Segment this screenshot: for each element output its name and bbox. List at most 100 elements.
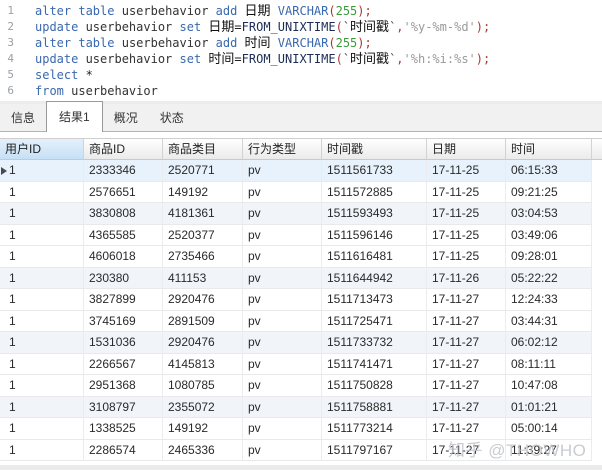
code-line[interactable]: 5select * [0, 67, 602, 83]
table-cell[interactable]: 17-11-27 [427, 354, 506, 376]
table-cell[interactable]: 17-11-27 [427, 418, 506, 440]
table-cell[interactable]: 1511797167 [322, 440, 427, 462]
table-cell[interactable]: 1 [0, 225, 84, 247]
column-header[interactable]: 时间戳 [322, 139, 427, 160]
table-row[interactable]: 122665674145813pv151174147117-11-2708:11… [0, 354, 602, 376]
table-cell[interactable]: 1 [0, 332, 84, 354]
table-cell[interactable]: 2465336 [163, 440, 243, 462]
table-cell[interactable]: 2520771 [163, 160, 243, 182]
table-cell[interactable]: 06:15:33 [506, 160, 592, 182]
result-grid-body[interactable]: 123333462520771pv151156173317-11-2506:15… [0, 160, 602, 461]
table-cell[interactable]: 1 [0, 203, 84, 225]
table-cell[interactable]: 03:49:06 [506, 225, 592, 247]
table-cell[interactable]: 1511616481 [322, 246, 427, 268]
table-cell[interactable]: 12:24:33 [506, 289, 592, 311]
table-row[interactable]: 123333462520771pv151156173317-11-2506:15… [0, 160, 602, 182]
table-cell[interactable]: 1511596146 [322, 225, 427, 247]
table-cell[interactable]: pv [243, 332, 322, 354]
table-cell[interactable]: 2355072 [163, 397, 243, 419]
column-header[interactable]: 行为类型 [243, 139, 322, 160]
table-cell[interactable]: pv [243, 418, 322, 440]
table-cell[interactable]: 1511741471 [322, 354, 427, 376]
table-cell[interactable]: 05:00:14 [506, 418, 592, 440]
table-cell[interactable]: 1 [0, 354, 84, 376]
table-cell[interactable]: pv [243, 311, 322, 333]
table-cell[interactable]: 2286574 [84, 440, 163, 462]
table-cell[interactable]: 2266567 [84, 354, 163, 376]
table-cell[interactable]: pv [243, 182, 322, 204]
table-cell[interactable]: 17-11-25 [427, 160, 506, 182]
table-cell[interactable]: 2920476 [163, 332, 243, 354]
table-row[interactable]: 146060182735466pv151161648117-11-2509:28… [0, 246, 602, 268]
table-cell[interactable]: 17-11-27 [427, 332, 506, 354]
table-cell[interactable]: 2735466 [163, 246, 243, 268]
table-cell[interactable]: 06:02:12 [506, 332, 592, 354]
tab-active-result[interactable]: 结果1 [46, 101, 103, 132]
code-line[interactable]: 3alter table userbehavior add 时间 VARCHAR… [0, 35, 602, 51]
table-row[interactable]: 137451692891509pv151172547117-11-2703:44… [0, 311, 602, 333]
table-cell[interactable]: pv [243, 203, 322, 225]
table-cell[interactable]: 1 [0, 397, 84, 419]
table-cell[interactable]: 17-11-27 [427, 311, 506, 333]
table-row[interactable]: 129513681080785pv151175082817-11-2710:47… [0, 375, 602, 397]
table-cell[interactable]: 1 [0, 375, 84, 397]
table-cell[interactable]: 17-11-25 [427, 246, 506, 268]
table-cell[interactable]: 1531036 [84, 332, 163, 354]
table-cell[interactable]: 2333346 [84, 160, 163, 182]
table-cell[interactable]: 03:44:31 [506, 311, 592, 333]
table-cell[interactable]: pv [243, 354, 322, 376]
table-cell[interactable]: 3108797 [84, 397, 163, 419]
table-cell[interactable]: 230380 [84, 268, 163, 290]
table-cell[interactable]: 17-11-27 [427, 440, 506, 462]
table-cell[interactable]: 1511750828 [322, 375, 427, 397]
table-cell[interactable]: 09:21:25 [506, 182, 592, 204]
table-cell[interactable]: 1511593493 [322, 203, 427, 225]
table-cell[interactable]: 1511733732 [322, 332, 427, 354]
table-cell[interactable]: 1 [0, 311, 84, 333]
table-cell[interactable]: 2951368 [84, 375, 163, 397]
table-cell[interactable]: 1 [0, 268, 84, 290]
table-cell[interactable]: 17-11-25 [427, 203, 506, 225]
table-cell[interactable]: 1 [0, 160, 84, 182]
table-row[interactable]: 1230380411153pv151164494217-11-2605:22:2… [0, 268, 602, 290]
column-header[interactable]: 商品ID [84, 139, 163, 160]
column-header[interactable]: 日期 [427, 139, 506, 160]
table-cell[interactable]: 411153 [163, 268, 243, 290]
table-cell[interactable]: 2520377 [163, 225, 243, 247]
table-cell[interactable]: 4181361 [163, 203, 243, 225]
table-cell[interactable]: pv [243, 246, 322, 268]
table-cell[interactable]: 1511758881 [322, 397, 427, 419]
table-cell[interactable]: 1 [0, 289, 84, 311]
table-cell[interactable]: 1 [0, 440, 84, 462]
table-cell[interactable]: 03:04:53 [506, 203, 592, 225]
code-line[interactable]: 6from userbehavior [0, 83, 602, 99]
code-line[interactable]: 1alter table userbehavior add 日期 VARCHAR… [0, 3, 602, 19]
code-line[interactable]: 4update userbehavior set 时间=FROM_UNIXTIM… [0, 51, 602, 67]
table-cell[interactable]: 1511561733 [322, 160, 427, 182]
table-cell[interactable]: 1511644942 [322, 268, 427, 290]
table-row[interactable]: 143655852520377pv151159614617-11-2503:49… [0, 225, 602, 247]
table-row[interactable]: 122865742465336pv151179716717-11-2711:39… [0, 440, 602, 462]
table-cell[interactable]: 3830808 [84, 203, 163, 225]
table-cell[interactable]: pv [243, 440, 322, 462]
table-row[interactable]: 115310362920476pv151173373217-11-2706:02… [0, 332, 602, 354]
table-cell[interactable]: 1338525 [84, 418, 163, 440]
table-cell[interactable]: 08:11:11 [506, 354, 592, 376]
column-header[interactable]: 用户ID [0, 139, 84, 160]
code-line[interactable]: 2update userbehavior set 日期=FROM_UNIXTIM… [0, 19, 602, 35]
table-row[interactable]: 138278992920476pv151171347317-11-2712:24… [0, 289, 602, 311]
table-cell[interactable]: 17-11-25 [427, 182, 506, 204]
table-cell[interactable]: 2576651 [84, 182, 163, 204]
table-cell[interactable]: 1 [0, 418, 84, 440]
table-cell[interactable]: 149192 [163, 182, 243, 204]
table-row[interactable]: 11338525149192pv151177321417-11-2705:00:… [0, 418, 602, 440]
table-cell[interactable]: 2891509 [163, 311, 243, 333]
table-row[interactable]: 12576651149192pv151157288517-11-2509:21:… [0, 182, 602, 204]
column-header[interactable]: 商品类目 [163, 139, 243, 160]
tab-item[interactable]: 信息 [0, 105, 46, 131]
table-row[interactable]: 131087972355072pv151175888117-11-2701:01… [0, 397, 602, 419]
table-cell[interactable]: 149192 [163, 418, 243, 440]
column-header[interactable]: 时间 [506, 139, 592, 160]
table-cell[interactable]: 1511713473 [322, 289, 427, 311]
table-cell[interactable]: pv [243, 397, 322, 419]
